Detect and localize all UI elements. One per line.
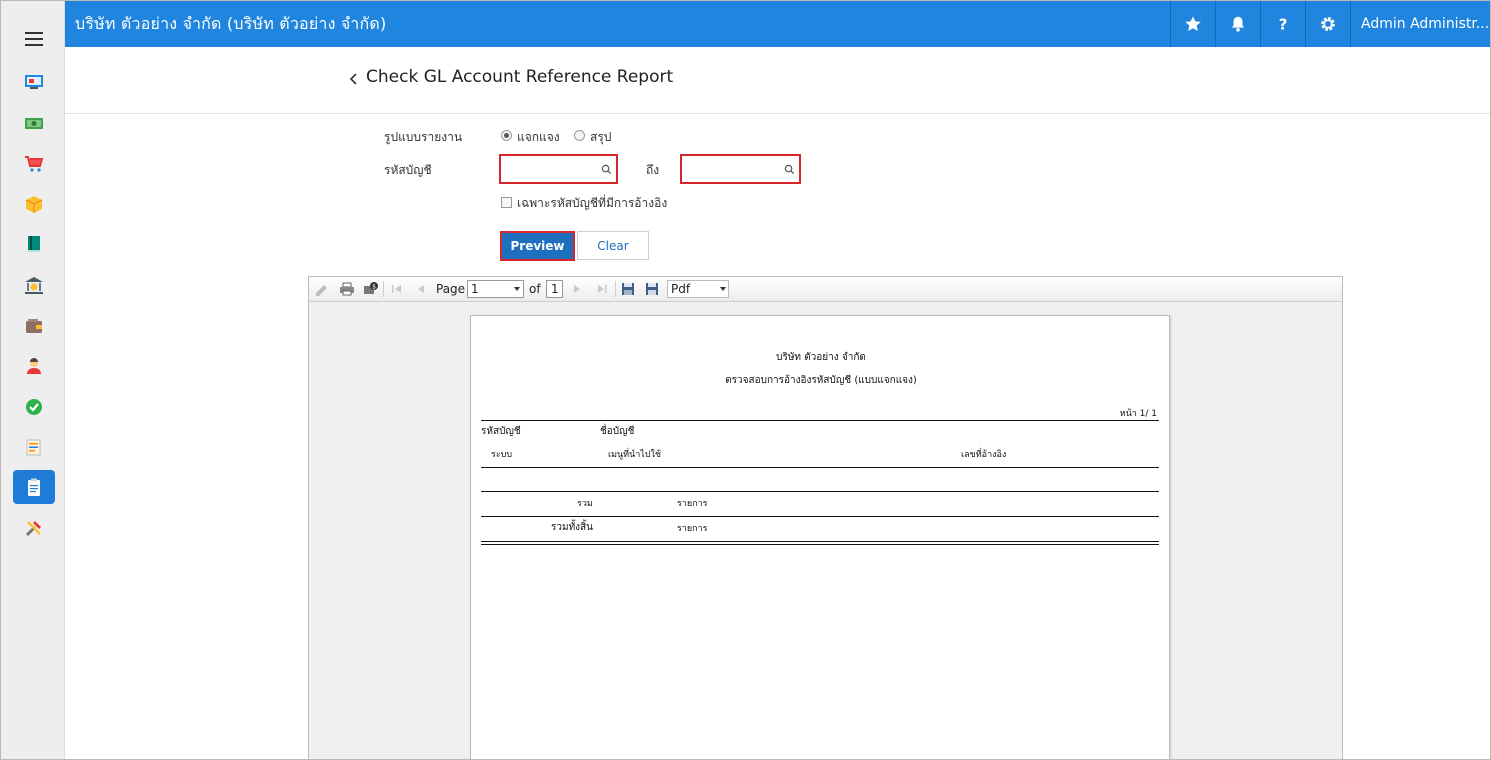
company-name: บริษัท ตัวอย่าง จำกัด (บริษัท ตัวอย่าง จ… [75, 14, 387, 33]
preview-button[interactable]: Preview [500, 231, 575, 261]
box-icon [25, 196, 43, 213]
book-icon [28, 236, 40, 252]
only-referenced-checkbox[interactable] [501, 197, 512, 208]
account-to-input[interactable] [682, 156, 799, 182]
account-from-input[interactable] [501, 156, 616, 182]
favorite-button[interactable] [1170, 1, 1215, 47]
menu-icon[interactable] [25, 32, 43, 46]
help-button[interactable]: ? [1260, 1, 1305, 47]
to-label: ถึง [646, 163, 660, 177]
previous-page-icon[interactable] [413, 281, 429, 297]
total-label: รวม [577, 499, 593, 509]
sidebar-item-list[interactable] [13, 430, 55, 464]
page-label: Page [436, 282, 466, 296]
sidebar-item-money[interactable] [13, 106, 55, 140]
cart-icon [25, 156, 44, 172]
radio-summary[interactable] [574, 130, 585, 141]
pencil-icon[interactable] [314, 281, 330, 297]
display-icon [25, 75, 43, 89]
tools-icon [25, 521, 41, 537]
export-icon[interactable]: $ [363, 281, 379, 297]
grand-total-items-label: รายการ [677, 524, 708, 534]
sidebar-item-check[interactable] [13, 390, 55, 424]
user-menu[interactable]: Admin Administr... [1350, 1, 1490, 47]
report-title: ตรวจสอบการอ้างอิงรหัสบัญชี (แบบแจกแจง) [725, 375, 917, 386]
wallet-icon [26, 319, 42, 333]
save-icon[interactable] [620, 281, 636, 297]
sidebar-item-tools[interactable] [13, 511, 55, 545]
save-as-icon[interactable] [644, 281, 660, 297]
sidebar-item-report[interactable] [13, 470, 55, 504]
page-title: Check GL Account Reference Report [366, 67, 674, 87]
top-bar: บริษัท ตัวอย่าง จำกัด (บริษัท ตัวอย่าง จ… [65, 1, 1490, 47]
report-type-label: รูปแบบรายงาน [384, 130, 463, 144]
radio-detail[interactable] [501, 130, 512, 141]
svg-text:?: ? [1279, 15, 1288, 33]
total-items-label: รายการ [677, 499, 708, 509]
total-pages: 1 [546, 280, 563, 298]
svg-text:$: $ [372, 284, 376, 291]
search-icon[interactable] [784, 164, 795, 175]
account-code-label: รหัสบัญชี [384, 163, 432, 177]
report-viewer: $ Page 1 of 1 Pdf บริษัท ตัวอย่าง จำกัด … [308, 276, 1343, 759]
only-referenced-label[interactable]: เฉพาะรหัสบัญชีที่มีการอ้างอิง [517, 194, 667, 213]
search-icon[interactable] [601, 164, 612, 175]
report-page: บริษัท ตัวอย่าง จำกัด ตรวจสอบการอ้างอิงร… [470, 315, 1170, 759]
col-account-code: รหัสบัญชี [481, 426, 521, 437]
sidebar [1, 1, 65, 759]
list-icon [26, 439, 41, 456]
check-circle-icon [26, 399, 42, 415]
sidebar-item-box[interactable] [13, 187, 55, 221]
print-icon[interactable] [339, 281, 355, 297]
sidebar-item-display[interactable] [13, 65, 55, 99]
col-reference-number: เลขที่อ้างอิง [961, 450, 1007, 460]
radio-summary-label[interactable]: สรุป [590, 128, 611, 147]
clipboard-icon [28, 478, 40, 496]
person-icon [27, 358, 41, 374]
account-to-field[interactable] [680, 154, 801, 184]
money-icon [25, 118, 43, 129]
sidebar-item-person[interactable] [13, 349, 55, 383]
viewer-toolbar: $ Page 1 of 1 Pdf [309, 277, 1342, 302]
report-company: บริษัท ตัวอย่าง จำกัด [776, 352, 866, 363]
grand-total-label: รวมทั้งสิ้น [551, 522, 593, 533]
app-window: บริษัท ตัวอย่าง จำกัด (บริษัท ตัวอย่าง จ… [0, 0, 1491, 760]
sidebar-item-book[interactable] [13, 227, 55, 261]
notification-button[interactable] [1215, 1, 1260, 47]
help-icon: ? [1279, 15, 1288, 33]
bell-icon [1231, 16, 1245, 32]
account-from-field[interactable] [499, 154, 618, 184]
radio-detail-label[interactable]: แจกแจง [517, 128, 560, 147]
sidebar-item-wallet[interactable] [13, 309, 55, 343]
sidebar-item-bank[interactable] [13, 269, 55, 303]
clear-button[interactable]: Clear [577, 231, 649, 260]
of-label: of [529, 282, 541, 296]
chevron-left-icon[interactable] [347, 71, 359, 87]
chevron-down-icon[interactable] [514, 287, 520, 291]
gear-icon [1321, 17, 1335, 31]
col-menu: เมนูที่นำไปใช้ [608, 450, 662, 460]
chevron-down-icon[interactable] [720, 287, 726, 291]
page-header: Check GL Account Reference Report [65, 47, 1490, 114]
bank-icon [25, 277, 43, 294]
report-page-info: หน้า 1/ 1 [1119, 409, 1157, 419]
col-system: ระบบ [491, 450, 513, 460]
first-page-icon[interactable] [389, 281, 405, 297]
sidebar-item-cart[interactable] [13, 147, 55, 181]
settings-button[interactable] [1305, 1, 1350, 47]
star-icon [1185, 16, 1201, 32]
col-account-name: ชื่อบัญชี [600, 426, 635, 437]
next-page-icon[interactable] [569, 281, 585, 297]
last-page-icon[interactable] [594, 281, 610, 297]
